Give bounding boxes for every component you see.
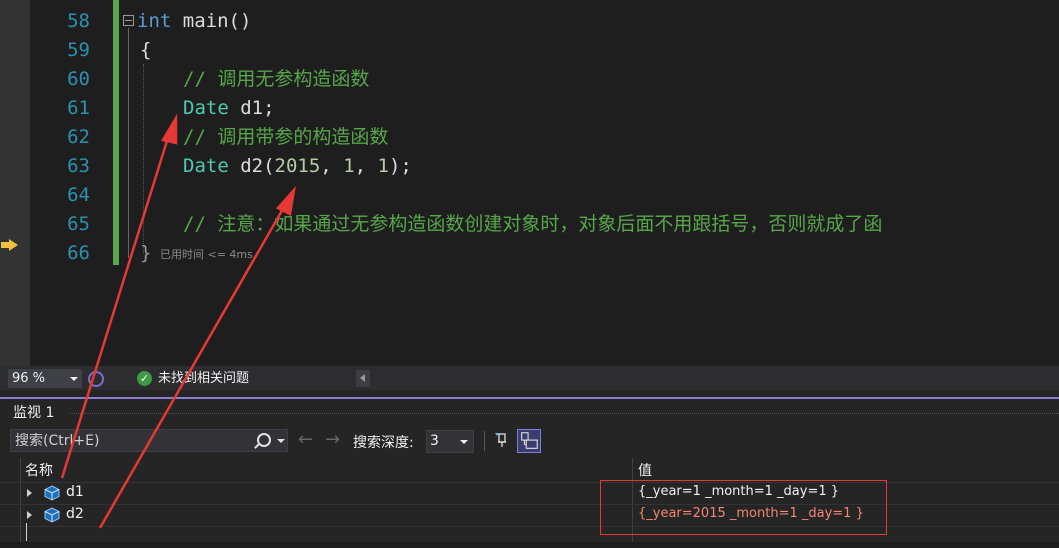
pin-icon[interactable] <box>493 432 509 448</box>
type-name: Date <box>183 97 229 119</box>
code-line-61: Date d1; <box>183 94 275 122</box>
line-number: 58 <box>67 10 90 32</box>
zoom-dropdown[interactable]: 96 % <box>8 369 82 388</box>
code-text: , <box>320 155 344 177</box>
watch-title[interactable]: 监视 1 <box>13 402 54 422</box>
intellicode-icon[interactable] <box>88 371 104 387</box>
watch-column-header: 名称 值 <box>0 458 1059 480</box>
code-editor[interactable]: 58 59 60 61 62 63 64 65 66 int main() { … <box>0 0 1059 368</box>
watch-toolbar: ← → 搜索深度: 3 <box>0 426 1059 456</box>
column-header-name[interactable]: 名称 <box>25 460 53 480</box>
change-tracking-bar <box>113 0 119 265</box>
search-icon[interactable] <box>257 433 271 447</box>
watch-window: 监视 1 ← → 搜索深度: 3 名称 值 <box>0 390 1059 542</box>
title-grip <box>70 413 1059 414</box>
line-number: 59 <box>67 39 90 61</box>
code-text: main() <box>171 10 252 32</box>
code-line-59: { <box>140 39 152 61</box>
code-line-58: int main() <box>137 7 251 35</box>
scroll-left-icon[interactable] <box>356 370 370 387</box>
line-number: 66 <box>67 242 90 264</box>
line-number: 60 <box>67 68 90 90</box>
code-line-66: } <box>140 242 152 264</box>
line-number: 61 <box>67 97 90 119</box>
chevron-down-icon <box>460 440 468 444</box>
execution-pointer-icon <box>1 239 18 251</box>
search-depth-value: 3 <box>430 433 439 449</box>
issues-status[interactable]: 未找到相关问题 <box>158 368 249 390</box>
watch-row-name: d1 <box>66 484 84 500</box>
search-input[interactable] <box>15 430 245 451</box>
search-box[interactable] <box>10 429 288 452</box>
editor-status-bar: 96 % ✓ 未找到相关问题 <box>0 368 1059 390</box>
number-literal: 1 <box>343 155 355 177</box>
expand-arrow-icon[interactable] <box>27 489 32 497</box>
watch-row[interactable]: d2 {_year=2015 _month=1 _day=1 } <box>0 504 1059 526</box>
search-depth-label: 搜索深度: <box>353 435 414 451</box>
number-literal: 2015 <box>274 155 321 177</box>
active-panel-indicator <box>0 397 1059 399</box>
hex-display-icon[interactable] <box>517 429 541 453</box>
indent-guide <box>143 64 144 254</box>
chevron-down-icon <box>70 377 78 381</box>
perf-tip[interactable]: 已用时间 <= 4ms <box>160 246 253 262</box>
type-name: Date <box>183 155 229 177</box>
line-number: 64 <box>67 184 90 206</box>
chevron-down-icon[interactable] <box>277 439 285 443</box>
expand-arrow-icon[interactable] <box>27 511 32 519</box>
watch-row[interactable]: d1 {_year=1 _month=1 _day=1 } <box>0 482 1059 504</box>
back-arrow-icon[interactable]: ← <box>298 430 313 450</box>
text-caret <box>26 523 27 541</box>
zoom-value: 96 % <box>12 371 46 386</box>
search-depth-dropdown[interactable]: 3 <box>426 430 474 453</box>
watch-row-add[interactable] <box>0 526 1059 548</box>
line-number: 63 <box>67 155 90 177</box>
code-line-62-comment: // 调用带参的构造函数 <box>183 126 389 148</box>
collapse-toggle-icon[interactable] <box>123 15 134 26</box>
annotation-highlight-box <box>600 480 887 535</box>
code-text: d2( <box>228 155 275 177</box>
class-object-icon <box>44 507 60 523</box>
class-object-icon <box>44 485 60 501</box>
glyph-margin[interactable] <box>0 0 30 368</box>
check-circle-icon[interactable]: ✓ <box>137 371 152 386</box>
code-text: d1; <box>228 97 275 119</box>
code-text: ); <box>388 155 412 177</box>
line-number: 65 <box>67 213 90 235</box>
number-literal: 1 <box>377 155 389 177</box>
code-text: , <box>354 155 378 177</box>
fold-guide <box>128 28 129 258</box>
keyword-int: int <box>137 10 172 32</box>
line-number: 62 <box>67 126 90 148</box>
column-header-value[interactable]: 值 <box>638 460 652 480</box>
code-line-60-comment: // 调用无参构造函数 <box>183 68 370 90</box>
code-line-63: Date d2(2015, 1, 1); <box>183 152 412 180</box>
watch-row-name: d2 <box>66 506 84 522</box>
forward-arrow-icon[interactable]: → <box>325 430 340 450</box>
code-line-65-comment: // 注意：如果通过无参构造函数创建对象时，对象后面不用跟括号，否则就成了函 <box>183 213 883 235</box>
toolbar-divider <box>484 431 485 451</box>
